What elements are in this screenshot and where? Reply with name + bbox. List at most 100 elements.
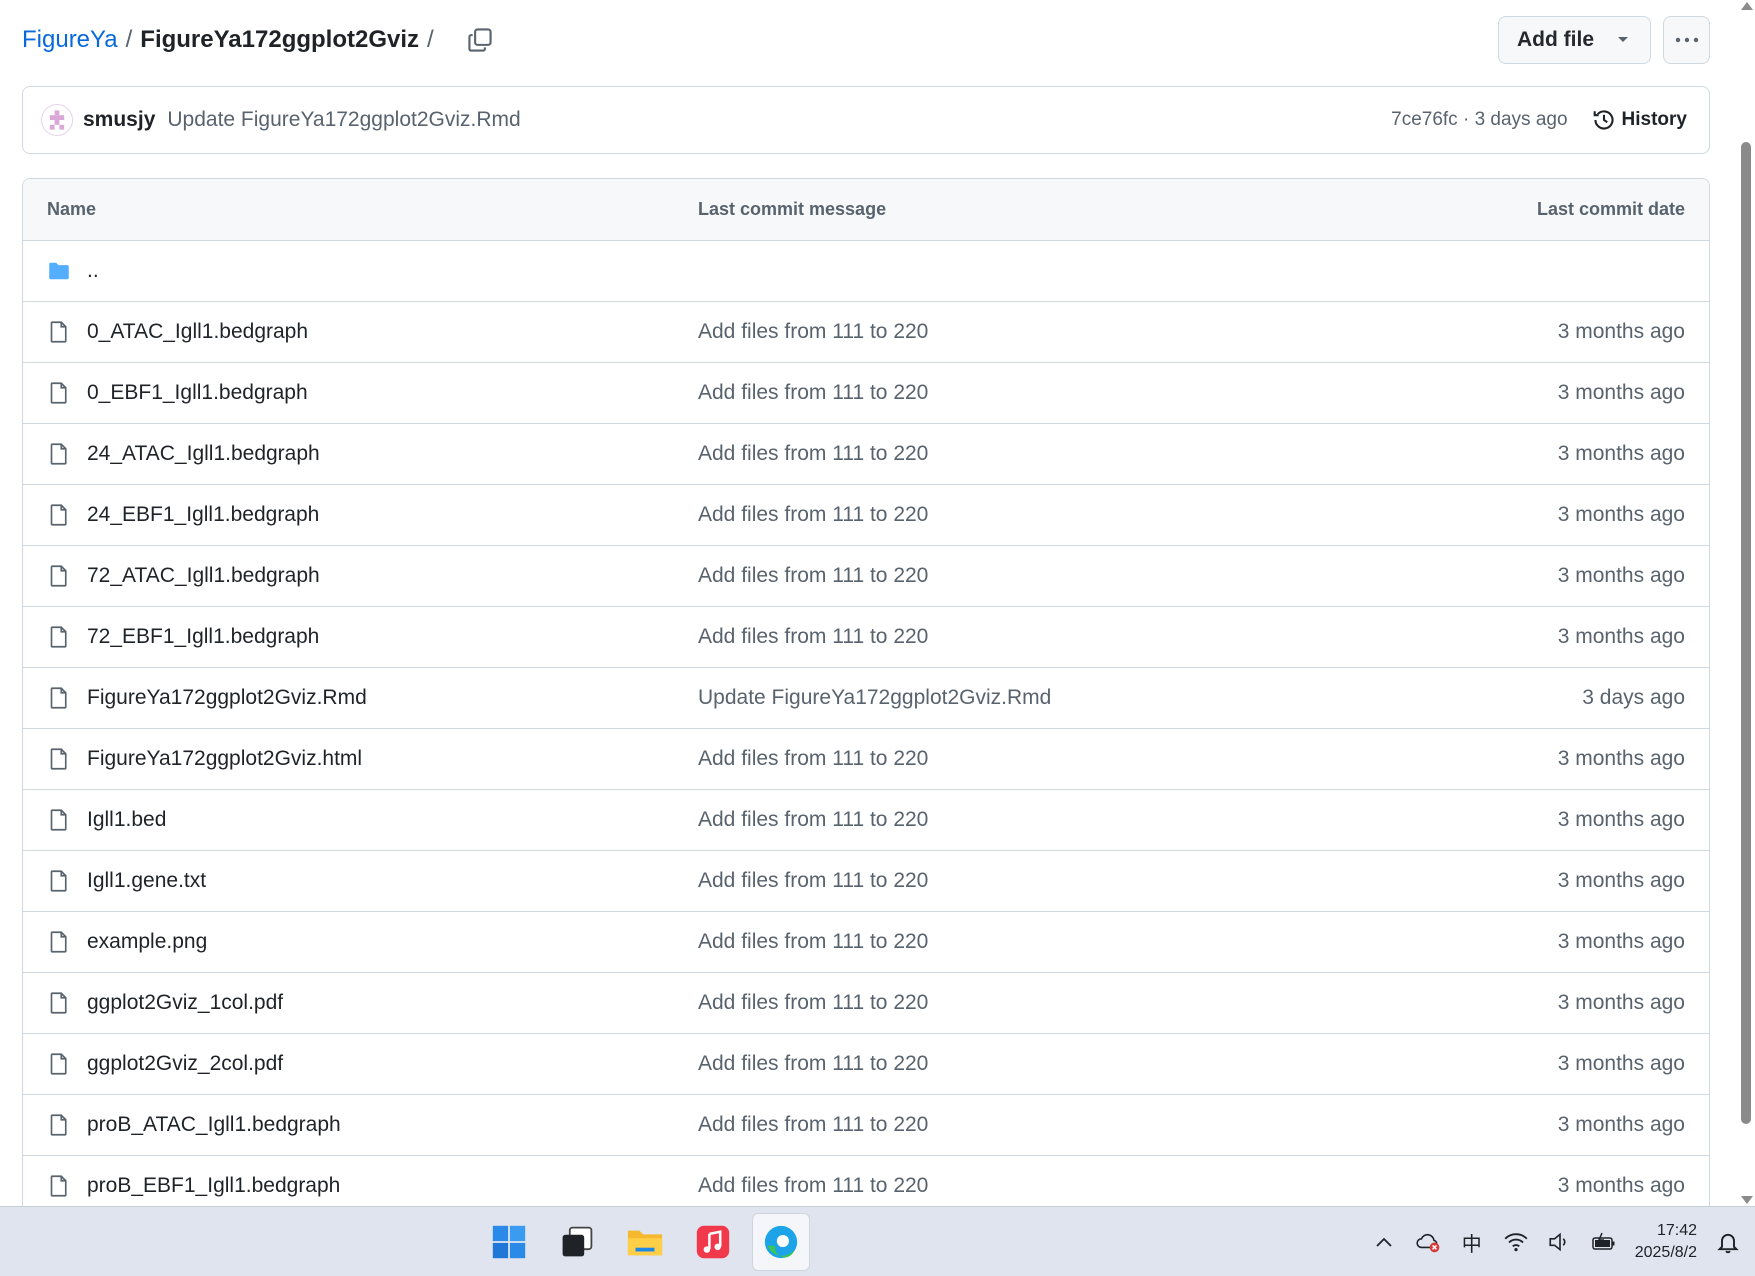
- file-commit-message-link[interactable]: Add files from 111 to 220: [698, 1174, 1409, 1198]
- file-commit-message-link[interactable]: Add files from 111 to 220: [698, 1052, 1409, 1076]
- table-row[interactable]: Igll1.gene.txt Add files from 111 to 220 3…: [23, 851, 1709, 912]
- table-row[interactable]: proB_ATAC_Igll1.bedgraph Add files from 1…: [23, 1095, 1709, 1156]
- file-icon: [50, 809, 67, 831]
- task-view-button[interactable]: [548, 1213, 606, 1271]
- table-row[interactable]: 72_EBF1_Igll1.bedgraph Add files from 111…: [23, 607, 1709, 668]
- commit-message-link[interactable]: Update FigureYa172ggplot2Gviz.Rmd: [167, 108, 520, 132]
- folder-icon: [49, 262, 69, 280]
- file-commit-message-link[interactable]: Add files from 111 to 220: [698, 503, 1409, 527]
- table-row[interactable]: 24_ATAC_Igll1.bedgraph Add files from 111…: [23, 424, 1709, 485]
- scrollbar-thumb[interactable]: [1741, 142, 1751, 1124]
- column-header-date: Last commit date: [1536, 199, 1685, 219]
- file-commit-message-link[interactable]: Add files from 111 to 220: [698, 991, 1409, 1015]
- column-header-name: Name: [47, 199, 97, 219]
- file-icon: [50, 1053, 67, 1075]
- file-commit-date: 3 months ago: [1557, 442, 1685, 465]
- file-name-link[interactable]: 24_EBF1_Igll1.bedgraph: [87, 503, 319, 527]
- commit-author-link[interactable]: smusjy: [83, 108, 155, 132]
- table-row[interactable]: FigureYa172ggplot2Gviz.html Add files fro…: [23, 729, 1709, 790]
- network-button[interactable]: [1503, 1229, 1529, 1255]
- table-row[interactable]: example.png Add files from 111 to 220 3 mo…: [23, 912, 1709, 973]
- file-commit-message-link[interactable]: Add files from 111 to 220: [698, 381, 1409, 405]
- show-hidden-icons-button[interactable]: [1371, 1229, 1397, 1255]
- table-row[interactable]: 0_EBF1_Igll1.bedgraph Add files from 111 …: [23, 363, 1709, 424]
- file-name-link[interactable]: ggplot2Gviz_1col.pdf: [87, 991, 283, 1015]
- notifications-button[interactable]: [1715, 1229, 1741, 1255]
- file-commit-message-link[interactable]: Add files from 111 to 220: [698, 747, 1409, 771]
- speaker-icon: [1549, 1232, 1566, 1252]
- table-row[interactable]: Igll1.bed Add files from 111 to 220 3 mont…: [23, 790, 1709, 851]
- chevron-down-icon: [1618, 37, 1628, 42]
- history-button[interactable]: History: [1592, 108, 1687, 132]
- start-button[interactable]: [480, 1213, 538, 1271]
- file-commit-message-link[interactable]: Add files from 111 to 220: [698, 442, 1409, 466]
- file-commit-message-link[interactable]: Add files from 111 to 220: [698, 869, 1409, 893]
- file-name-link[interactable]: example.png: [87, 930, 207, 954]
- breadcrumb-owner-link[interactable]: FigureYa: [22, 26, 118, 54]
- file-commit-message-link[interactable]: Add files from 111 to 220: [698, 808, 1409, 832]
- file-commit-message-link[interactable]: Update FigureYa172ggplot2Gviz.Rmd: [698, 686, 1409, 710]
- task-view-icon: [562, 1226, 593, 1257]
- file-commit-date: 3 months ago: [1557, 930, 1685, 953]
- file-name-link[interactable]: 0_ATAC_Igll1.bedgraph: [87, 320, 308, 344]
- file-commit-message-link[interactable]: Add files from 111 to 220: [698, 625, 1409, 649]
- volume-button[interactable]: [1547, 1229, 1573, 1255]
- edge-browser-button[interactable]: [752, 1213, 810, 1271]
- table-row[interactable]: 0_ATAC_Igll1.bedgraph Add files from 111 …: [23, 302, 1709, 363]
- history-icon: [1593, 110, 1614, 130]
- file-name-link[interactable]: proB_EBF1_Igll1.bedgraph: [87, 1174, 340, 1198]
- breadcrumb: FigureYa / FigureYa172ggplot2Gviz /: [22, 26, 442, 54]
- file-name-link[interactable]: FigureYa172ggplot2Gviz.Rmd: [87, 686, 367, 710]
- file-name-link[interactable]: FigureYa172ggplot2Gviz.html: [87, 747, 362, 771]
- commit-sha-time[interactable]: 7ce76fc · 3 days ago: [1391, 109, 1567, 131]
- table-row[interactable]: 72_ATAC_Igll1.bedgraph Add files from 111…: [23, 546, 1709, 607]
- file-name-link[interactable]: 72_ATAC_Igll1.bedgraph: [87, 564, 320, 588]
- add-file-button[interactable]: Add file: [1498, 16, 1651, 64]
- table-row[interactable]: 24_EBF1_Igll1.bedgraph Add files from 111…: [23, 485, 1709, 546]
- breadcrumb-separator: /: [125, 26, 133, 53]
- avatar[interactable]: [41, 104, 73, 136]
- input-method-button[interactable]: 中: [1459, 1229, 1485, 1256]
- onedrive-error-button[interactable]: [1415, 1229, 1441, 1255]
- scroll-down-arrow-icon[interactable]: [1741, 1196, 1753, 1204]
- file-table: Name Last commit message Last commit dat…: [22, 178, 1710, 1217]
- column-header-message: Last commit message: [698, 199, 887, 219]
- file-icon: [50, 443, 67, 465]
- battery-button[interactable]: [1591, 1229, 1617, 1255]
- page-scrollbar[interactable]: [1737, 0, 1755, 1206]
- file-icon: [50, 565, 67, 587]
- clock-date: 2025/8/2: [1634, 1244, 1697, 1261]
- table-row[interactable]: ggplot2Gviz_1col.pdf Add files from 111 t…: [23, 973, 1709, 1034]
- file-commit-message-link[interactable]: Add files from 111 to 220: [698, 930, 1409, 954]
- more-options-button[interactable]: [1663, 16, 1710, 64]
- file-commit-message-link[interactable]: Add files from 111 to 220: [698, 1113, 1409, 1137]
- parent-directory-link[interactable]: ..: [87, 259, 99, 283]
- add-file-label: Add file: [1517, 28, 1594, 51]
- file-name-link[interactable]: ggplot2Gviz_2col.pdf: [87, 1052, 283, 1076]
- file-name-link[interactable]: Igll1.bed: [87, 808, 166, 832]
- parent-directory-row[interactable]: ..: [23, 241, 1709, 302]
- file-name-link[interactable]: 72_EBF1_Igll1.bedgraph: [87, 625, 319, 649]
- file-name-link[interactable]: 24_ATAC_Igll1.bedgraph: [87, 442, 320, 466]
- file-commit-date: 3 days ago: [1582, 686, 1685, 709]
- taskbar-clock[interactable]: 17:42 2025/8/2: [1635, 1220, 1697, 1264]
- file-name-link[interactable]: proB_ATAC_Igll1.bedgraph: [87, 1113, 341, 1137]
- file-explorer-button[interactable]: [616, 1213, 674, 1271]
- scroll-up-arrow-icon[interactable]: [1741, 2, 1753, 10]
- file-commit-message-link[interactable]: Add files from 111 to 220: [698, 320, 1409, 344]
- table-row[interactable]: ggplot2Gviz_2col.pdf Add files from 111 t…: [23, 1034, 1709, 1095]
- system-tray: 中 17:42 2025/8/2: [1371, 1207, 1741, 1276]
- music-app-icon: [696, 1225, 730, 1259]
- latest-commit-bar: smusjy Update FigureYa172ggplot2Gviz.Rmd…: [22, 86, 1710, 154]
- file-icon: [50, 626, 67, 648]
- copy-icon: [468, 28, 492, 52]
- file-name-link[interactable]: 0_EBF1_Igll1.bedgraph: [87, 381, 308, 405]
- copy-path-button[interactable]: [464, 24, 496, 56]
- breadcrumb-trailing-separator: /: [427, 26, 434, 53]
- battery-charging-icon: [1591, 1232, 1615, 1250]
- file-commit-message-link[interactable]: Add files from 111 to 220: [698, 564, 1409, 588]
- music-app-button[interactable]: [684, 1213, 742, 1271]
- file-name-link[interactable]: Igll1.gene.txt: [87, 869, 206, 893]
- file-icon: [50, 1114, 67, 1136]
- table-row[interactable]: FigureYa172ggplot2Gviz.Rmd Update FigureY…: [23, 668, 1709, 729]
